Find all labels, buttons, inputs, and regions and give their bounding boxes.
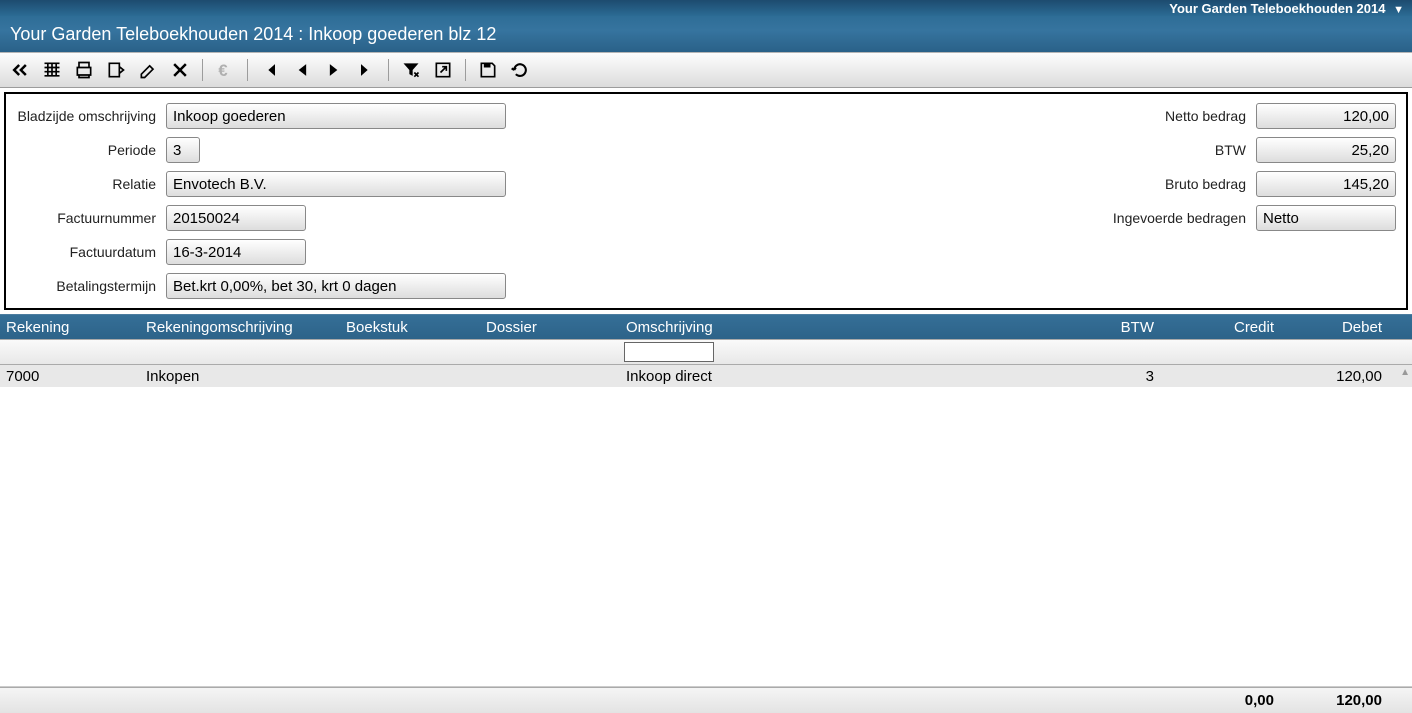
delete-icon <box>170 60 190 80</box>
cell-rekening: 7000 <box>0 368 140 385</box>
back-button[interactable] <box>6 56 34 84</box>
next-record-button[interactable] <box>320 56 348 84</box>
btw-field[interactable]: 25,20 <box>1256 137 1396 163</box>
save-icon <box>478 60 498 80</box>
cell-debet: 120,00 <box>1280 368 1388 385</box>
grid-body[interactable]: 7000 Inkopen Inkoop direct 3 120,00 ▲ <box>0 365 1412 687</box>
print-button[interactable] <box>70 56 98 84</box>
print-icon <box>74 60 94 80</box>
betalingstermijn-label: Betalingstermijn <box>16 278 156 294</box>
netto-label: Netto bedrag <box>1076 108 1246 124</box>
col-credit[interactable]: Credit <box>1160 319 1280 336</box>
chevron-down-icon: ▼ <box>1393 4 1404 16</box>
btw-label: BTW <box>1076 142 1246 158</box>
bladzijde-field[interactable]: Inkoop goederen <box>166 103 506 129</box>
app-dropdown[interactable]: Your Garden Teleboekhouden 2014 ▼ <box>1169 1 1404 16</box>
col-btw[interactable]: BTW <box>1020 319 1160 336</box>
grid-header: Rekening Rekeningomschrijving Boekstuk D… <box>0 315 1412 339</box>
prev-record-button[interactable] <box>288 56 316 84</box>
factuurdatum-label: Factuurdatum <box>16 244 156 260</box>
form-left-column: Bladzijde omschrijving Inkoop goederen P… <box>16 102 506 300</box>
refresh-button[interactable] <box>506 56 534 84</box>
back-icon <box>10 60 30 80</box>
bladzijde-label: Bladzijde omschrijving <box>16 108 156 124</box>
window-title-bar: Your Garden Teleboekhouden 2014 : Inkoop… <box>0 16 1412 52</box>
factuurdatum-field[interactable]: 16-3-2014 <box>166 239 306 265</box>
col-omschrijving[interactable]: Omschrijving <box>620 319 1020 336</box>
filter-omschrijving-input[interactable] <box>624 342 714 362</box>
grid-footer: 0,00 120,00 <box>0 687 1412 713</box>
betalingstermijn-field[interactable]: Bet.krt 0,00%, bet 30, krt 0 dagen <box>166 273 506 299</box>
save-button[interactable] <box>474 56 502 84</box>
toolbar-separator <box>202 59 203 81</box>
delete-button[interactable] <box>166 56 194 84</box>
periode-label: Periode <box>16 142 156 158</box>
col-rekening[interactable]: Rekening <box>0 319 140 336</box>
toolbar-separator <box>247 59 248 81</box>
periode-field[interactable]: 3 <box>166 137 200 163</box>
first-icon <box>260 60 280 80</box>
netto-field[interactable]: 120,00 <box>1256 103 1396 129</box>
popout-button[interactable] <box>429 56 457 84</box>
footer-debet: 120,00 <box>1280 692 1388 709</box>
last-icon <box>356 60 376 80</box>
relatie-field[interactable]: Envotech B.V. <box>166 171 506 197</box>
app-top-bar: Your Garden Teleboekhouden 2014 ▼ <box>0 0 1412 16</box>
ingevoerd-label: Ingevoerde bedragen <box>1076 210 1246 226</box>
col-dossier[interactable]: Dossier <box>480 319 620 336</box>
euro-icon: € <box>215 60 235 80</box>
col-boekstuk[interactable]: Boekstuk <box>340 319 480 336</box>
cell-btw: 3 <box>1020 368 1160 385</box>
export-icon <box>106 60 126 80</box>
col-debet[interactable]: Debet <box>1280 319 1388 336</box>
grid-button[interactable] <box>38 56 66 84</box>
filter-icon <box>401 60 421 80</box>
factuurnummer-field[interactable]: 20150024 <box>166 205 306 231</box>
prev-icon <box>292 60 312 80</box>
header-form: Bladzijde omschrijving Inkoop goederen P… <box>4 92 1408 310</box>
first-record-button[interactable] <box>256 56 284 84</box>
edit-icon <box>138 60 158 80</box>
grid-row[interactable]: 7000 Inkopen Inkoop direct 3 120,00 <box>0 365 1412 387</box>
form-right-column: Netto bedrag 120,00 BTW 25,20 Bruto bedr… <box>1076 102 1396 300</box>
svg-text:€: € <box>218 61 227 80</box>
window-title: Your Garden Teleboekhouden 2014 : Inkoop… <box>10 24 496 45</box>
currency-button: € <box>211 56 239 84</box>
export-button[interactable] <box>102 56 130 84</box>
bruto-field[interactable]: 145,20 <box>1256 171 1396 197</box>
edit-button[interactable] <box>134 56 162 84</box>
filter-button[interactable] <box>397 56 425 84</box>
grid-filter-row <box>0 339 1412 365</box>
last-record-button[interactable] <box>352 56 380 84</box>
refresh-icon <box>510 60 530 80</box>
ingevoerd-field[interactable]: Netto <box>1256 205 1396 231</box>
scroll-up-icon: ▲ <box>1400 367 1410 378</box>
relatie-label: Relatie <box>16 176 156 192</box>
footer-credit: 0,00 <box>1160 692 1280 709</box>
grid-icon <box>42 60 62 80</box>
cell-omschrijving: Inkoop direct <box>620 368 1020 385</box>
lines-grid: Rekening Rekeningomschrijving Boekstuk D… <box>0 314 1412 713</box>
cell-rekeningomschrijving: Inkopen <box>140 368 340 385</box>
toolbar-separator <box>388 59 389 81</box>
toolbar-separator <box>465 59 466 81</box>
toolbar: € <box>0 52 1412 88</box>
bruto-label: Bruto bedrag <box>1076 176 1246 192</box>
app-label: Your Garden Teleboekhouden 2014 <box>1169 1 1385 16</box>
factuurnummer-label: Factuurnummer <box>16 210 156 226</box>
popout-icon <box>433 60 453 80</box>
next-icon <box>324 60 344 80</box>
col-rekeningomschrijving[interactable]: Rekeningomschrijving <box>140 319 340 336</box>
